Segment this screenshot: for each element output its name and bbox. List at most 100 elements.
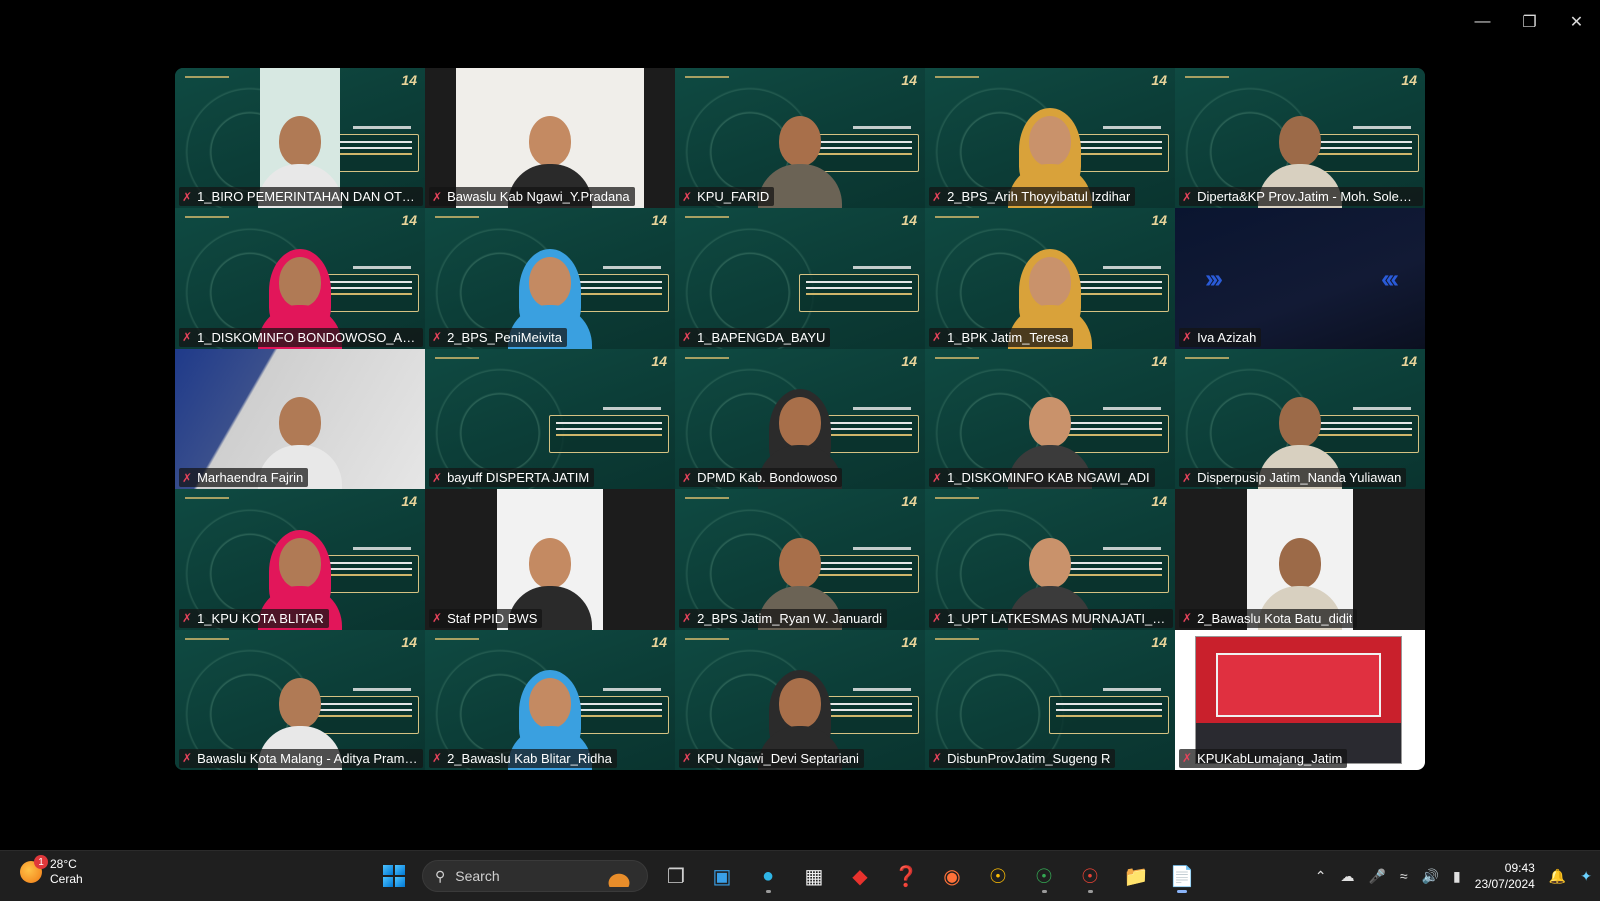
participant-tile[interactable]: 14 ✗ Diperta&KP Prov.Jatim - Moh. Soleho..… bbox=[1175, 68, 1425, 209]
participant-tile[interactable]: 14 ✗ DPMD Kab. Bondowoso bbox=[675, 348, 925, 490]
participant-name: Bawaslu Kota Malang - Aditya Pramo... bbox=[197, 750, 418, 766]
notepad-icon[interactable]: 📄 bbox=[1164, 858, 1200, 894]
participant-tile[interactable]: 14 ✗ 2_Bawaslu Kab Blitar_Ridha bbox=[425, 629, 675, 770]
cloud-icon[interactable]: ☁ bbox=[1340, 868, 1354, 885]
participant-tile[interactable]: 14 ✗ DisbunProvJatim_Sugeng R bbox=[925, 629, 1175, 770]
help-app-icon[interactable]: ❓ bbox=[888, 858, 924, 894]
event-logo bbox=[685, 497, 729, 509]
file-explorer-icon[interactable]: 📁 bbox=[1118, 858, 1154, 894]
participant-tile[interactable]: ✗ Bawaslu Kab Ngawi_Y.Pradana bbox=[425, 68, 675, 209]
event-logo bbox=[685, 76, 729, 88]
anniversary-badge: 14 bbox=[401, 633, 417, 650]
participant-name: Marhaendra Fajrin bbox=[197, 470, 304, 486]
participant-tile[interactable]: 14 ✗ 2_BPS Jatim_Ryan W. Januardi bbox=[675, 489, 925, 630]
desktop-app-icon[interactable]: ▣ bbox=[704, 858, 740, 894]
participant-name-label: ✗ KPU_FARID bbox=[679, 187, 775, 207]
participant-name-label: ✗ 1_DISKOMINFO BONDOWOSO_ANN... bbox=[179, 327, 423, 347]
participant-tile[interactable]: 14 ✗ Disperpusip Jatim_Nanda Yuliawan bbox=[1175, 348, 1425, 490]
participant-tile[interactable]: 14 ✗ KPU Ngawi_Devi Septariani bbox=[675, 629, 925, 770]
start-button[interactable] bbox=[376, 858, 412, 894]
anydesk-icon[interactable]: ◆ bbox=[842, 858, 878, 894]
participant-tile[interactable]: 14 ✗ 1_KPU KOTA BLITAR bbox=[175, 489, 425, 630]
close-button[interactable]: ✕ bbox=[1553, 0, 1600, 44]
event-date-strip bbox=[1103, 687, 1161, 691]
anniversary-badge: 14 bbox=[901, 633, 917, 650]
participant-tile[interactable]: 14 ✗ bayuff DISPERTA JATIM bbox=[425, 348, 675, 490]
participant-name-label: ✗ 1_BAPENGDA_BAYU bbox=[679, 327, 831, 347]
mic-muted-icon: ✗ bbox=[932, 330, 943, 345]
firefox-icon[interactable]: ◉ bbox=[934, 858, 970, 894]
participant-name: 2_Bawaslu Kab Blitar_Ridha bbox=[447, 750, 612, 766]
participant-tile[interactable]: 14 ✗ KPU_FARID bbox=[675, 68, 925, 209]
edge-browser-icon[interactable]: ● bbox=[750, 858, 786, 894]
microphone-icon[interactable]: 🎤 bbox=[1368, 868, 1385, 885]
participant-name-label: ✗ KPU Ngawi_Devi Septariani bbox=[679, 748, 864, 768]
task-view-icon[interactable]: ❐ bbox=[658, 858, 694, 894]
event-logo bbox=[185, 637, 229, 650]
search-placeholder: Search bbox=[455, 868, 500, 884]
volume-icon[interactable]: 🔊 bbox=[1422, 868, 1439, 885]
participant-tile[interactable]: ✗ Staf PPID BWS bbox=[425, 489, 675, 630]
wifi-icon[interactable]: ≈ bbox=[1400, 868, 1408, 884]
event-logo bbox=[185, 497, 229, 509]
participant-name: 1_UPT LATKESMAS MURNAJATI_Her... bbox=[947, 610, 1168, 626]
participant-tile[interactable]: ››› ‹‹‹ ✗ Iva Azizah bbox=[1175, 208, 1425, 349]
participant-tile[interactable]: 14 ✗ 1_DISKOMINFO BONDOWOSO_ANN... bbox=[175, 208, 425, 349]
participant-tile[interactable]: ✗ 2_Bawaslu Kota Batu_didit bbox=[1175, 489, 1425, 630]
taskbar-search[interactable]: ⚲ Search bbox=[422, 860, 648, 892]
participant-name-label: ✗ DisbunProvJatim_Sugeng R bbox=[929, 748, 1116, 768]
anniversary-badge: 14 bbox=[1401, 72, 1417, 88]
mic-muted-icon: ✗ bbox=[1182, 751, 1193, 766]
anniversary-badge: 14 bbox=[401, 212, 417, 229]
mic-muted-icon: ✗ bbox=[182, 751, 193, 766]
copilot-icon[interactable]: ✦ bbox=[1580, 868, 1592, 885]
anniversary-badge: 14 bbox=[401, 72, 417, 88]
mic-muted-icon: ✗ bbox=[1182, 189, 1193, 204]
anniversary-badge: 14 bbox=[651, 352, 667, 369]
participant-tile[interactable]: 14 ✗ 1_BAPENGDA_BAYU bbox=[675, 208, 925, 349]
event-date-strip bbox=[603, 266, 661, 270]
participant-tile[interactable]: 14 ✗ 1_DISKOMINFO KAB NGAWI_ADI bbox=[925, 348, 1175, 490]
event-logo bbox=[435, 356, 479, 369]
restore-button[interactable]: ❐ bbox=[1506, 0, 1553, 44]
event-logo bbox=[685, 216, 729, 228]
event-date-strip bbox=[1353, 126, 1411, 129]
minimize-button[interactable]: — bbox=[1459, 0, 1506, 44]
event-date-strip bbox=[353, 126, 411, 129]
participant-name: Diperta&KP Prov.Jatim - Moh. Soleho... bbox=[1197, 189, 1418, 205]
chevron-up-icon[interactable]: ⌃ bbox=[1315, 868, 1327, 885]
microsoft-store-icon[interactable]: ▦ bbox=[796, 858, 832, 894]
mic-muted-icon: ✗ bbox=[432, 470, 443, 485]
taskbar-clock[interactable]: 09:43 23/07/2024 bbox=[1475, 860, 1535, 892]
mic-muted-icon: ✗ bbox=[932, 611, 943, 626]
participant-name-label: ✗ Bawaslu Kota Malang - Aditya Pramo... bbox=[179, 748, 423, 768]
weather-widget[interactable]: 1 28°C Cerah bbox=[20, 855, 83, 887]
participant-name-label: ✗ 1_KPU KOTA BLITAR bbox=[179, 608, 329, 628]
event-logo bbox=[685, 356, 729, 369]
participant-tile[interactable]: 14 ✗ 1_UPT LATKESMAS MURNAJATI_Her... bbox=[925, 489, 1175, 630]
participant-tile[interactable]: 14 ✗ 2_BPS_PeniMeivita bbox=[425, 208, 675, 349]
anniversary-badge: 14 bbox=[651, 212, 667, 229]
participant-tile[interactable]: 14 ✗ Bawaslu Kota Malang - Aditya Pramo... bbox=[175, 629, 425, 770]
participant-tile[interactable]: ✗ KPUKabLumajang_Jatim bbox=[1175, 629, 1425, 770]
participant-tile[interactable]: 14 ✗ 1_BPK Jatim_Teresa bbox=[925, 208, 1175, 349]
participant-name: Iva Azizah bbox=[1197, 329, 1257, 345]
chrome-profile-2-icon[interactable]: ☉ bbox=[1072, 858, 1108, 894]
participant-name: 1_KPU KOTA BLITAR bbox=[197, 610, 324, 626]
battery-icon[interactable]: ▮ bbox=[1453, 868, 1461, 885]
anniversary-badge: 14 bbox=[1151, 352, 1167, 369]
notification-bell-icon[interactable]: 🔔 bbox=[1549, 868, 1566, 885]
weather-sun-icon: 1 bbox=[20, 855, 48, 883]
participant-tile[interactable]: ✗ Marhaendra Fajrin bbox=[175, 348, 425, 490]
taskbar: 1 28°C Cerah ⚲ Search ❐ ▣ ● ▦ ◆ ❓ ◉ ☉ ☉ … bbox=[0, 850, 1600, 901]
participant-name: Disperpusip Jatim_Nanda Yuliawan bbox=[1197, 470, 1402, 486]
participant-tile[interactable]: 14 ✗ 1_BIRO PEMERINTAHAN DAN OTON... bbox=[175, 68, 425, 209]
event-logo bbox=[935, 637, 979, 650]
participant-name-label: ✗ Staf PPID BWS bbox=[429, 608, 543, 628]
participant-tile[interactable]: 14 ✗ 2_BPS_Arih Thoyyibatul Izdihar bbox=[925, 68, 1175, 209]
participant-gallery: 14 ✗ 1_BIRO PEMERINTAHAN DAN OTON... ✗ Bawas… bbox=[175, 68, 1425, 770]
chrome-profile-icon[interactable]: ☉ bbox=[1026, 858, 1062, 894]
weather-temperature: 28°C bbox=[50, 857, 77, 871]
chrome-icon[interactable]: ☉ bbox=[980, 858, 1016, 894]
participant-name: 2_BPS_Arih Thoyyibatul Izdihar bbox=[947, 189, 1131, 205]
